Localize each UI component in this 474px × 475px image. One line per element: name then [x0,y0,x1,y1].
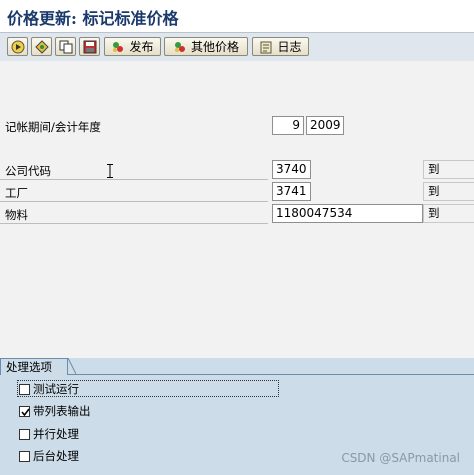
company-code-from-input[interactable]: 3740 [272,160,311,179]
option-test-run[interactable]: 测试运行 [19,381,79,397]
period-label: 记帐期间/会计年度 [5,120,101,134]
other-prices-icon [173,40,187,54]
other-prices-button[interactable]: 其他价格 [164,37,248,56]
fiscal-year-input[interactable]: 2009 [306,116,344,135]
test-run-label: 测试运行 [33,382,79,396]
company-code-to-label: 到 [423,160,474,179]
other-prices-button-label: 其他价格 [190,40,239,54]
plant-label: 工厂 [5,186,28,200]
section-divider [68,374,474,375]
option-parallel[interactable]: 并行处理 [19,426,79,442]
release-icon [111,40,125,54]
variants-icon [34,39,49,54]
page-title: 价格更新: 标记标准价格 [7,9,179,28]
save-variant-button[interactable] [79,37,100,56]
processing-options-tab: 处理选项 [0,358,68,375]
row-divider [0,201,268,202]
execute-icon [11,40,25,54]
plant-to-label: 到 [423,182,474,201]
material-from-input[interactable]: 1180047534 [272,204,423,223]
plant-from-input[interactable]: 3741 [272,182,311,201]
get-variant-button[interactable] [31,37,52,56]
copy-button[interactable] [55,37,76,56]
tab-corner [67,358,76,375]
material-label: 物料 [5,208,28,222]
checkmark-icon [21,408,30,416]
save-variant-icon [83,40,97,54]
background-label: 后台处理 [33,449,79,463]
test-run-checkbox[interactable] [19,383,30,395]
background-checkbox[interactable] [19,450,30,462]
material-to-label: 到 [423,204,474,223]
parallel-label: 并行处理 [33,427,79,441]
row-divider [0,179,268,180]
log-button[interactable]: 日志 [252,37,309,56]
copy-icon [59,40,73,54]
list-output-checkbox[interactable] [19,405,30,417]
option-background[interactable]: 后台处理 [19,448,79,464]
list-output-label: 带列表输出 [33,404,91,418]
parallel-checkbox[interactable] [19,428,30,440]
selection-screen: 记帐期间/会计年度 9 2009 公司代码 3740 到 工厂 3741 到 物… [0,61,474,358]
watermark: CSDN @SAPmatinal [341,451,460,465]
row-divider [0,223,268,224]
processing-options-frame: 处理选项 测试运行 带列表输出 并行处理 后台处理 CSDN @SAPmatin… [0,358,474,475]
title-bar: 价格更新: 标记标准价格 [0,0,474,32]
release-button-label: 发布 [129,40,154,54]
company-code-label: 公司代码 [5,164,51,178]
period-month-input[interactable]: 9 [272,116,304,135]
log-icon [259,40,273,54]
application-toolbar: 发布 其他价格 日志 [0,32,474,62]
release-button[interactable]: 发布 [104,37,161,56]
log-button-label: 日志 [277,40,302,54]
text-cursor-icon [107,164,113,178]
option-list-output[interactable]: 带列表输出 [19,403,91,419]
execute-button[interactable] [7,37,28,56]
